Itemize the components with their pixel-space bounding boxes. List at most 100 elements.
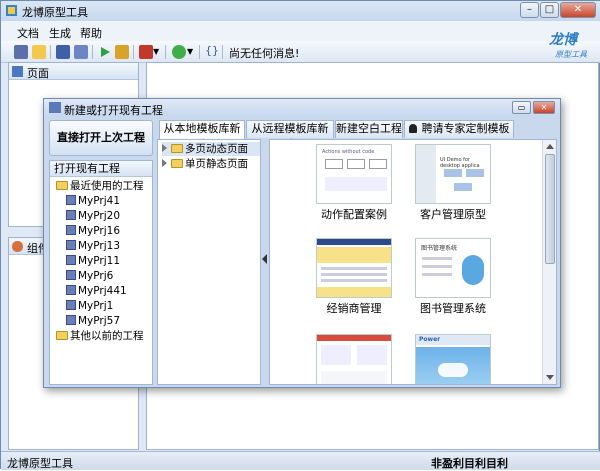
- thumb-text: UI Demo for desktop applica: [440, 157, 480, 169]
- project-icon: [66, 285, 76, 295]
- window-title: 龙博原型工具: [22, 6, 88, 19]
- thumb-text: 图书管理系统: [421, 245, 458, 252]
- project-name: MyPrj441: [78, 285, 127, 297]
- list-item[interactable]: MyPrj41: [66, 194, 120, 208]
- run-icon[interactable]: [98, 45, 112, 59]
- project-icon[interactable]: [14, 45, 28, 59]
- list-item[interactable]: MyPrj20: [66, 209, 120, 223]
- thumb-text: Power: [419, 336, 441, 343]
- main-window: 龙博原型工具 – □ ✕ 文档 生成 帮助 ▼ ▼ {} 尚无任何消息! 龙博 …: [0, 0, 600, 470]
- app-icon: [6, 5, 17, 16]
- dialog-title: 新建或打开现有工程: [64, 104, 163, 117]
- open-last-project-button[interactable]: 直接打开上次工程: [49, 120, 153, 156]
- tree-item-multipage[interactable]: 多页动态页面: [162, 142, 260, 156]
- menu-generate[interactable]: 生成: [49, 25, 71, 41]
- list-item[interactable]: MyPrj16: [66, 224, 120, 238]
- project-icon: [66, 270, 76, 280]
- separator: [222, 45, 223, 59]
- recent-projects-folder[interactable]: 最近使用的工程: [56, 179, 144, 193]
- save-icon[interactable]: [56, 45, 70, 59]
- tab-remote-templates[interactable]: 从远程模板库新建: [246, 120, 334, 151]
- folder-open-icon: [56, 181, 68, 190]
- tab-local-templates[interactable]: 从本地模板库新建: [159, 120, 245, 151]
- page-icon: [12, 66, 23, 77]
- menu-bar: 文档 生成 帮助: [1, 21, 600, 41]
- logo-text: 龙博: [549, 32, 577, 48]
- close-button[interactable]: ✕: [560, 2, 596, 18]
- tree-item-singlepage[interactable]: 单页静态页面: [162, 157, 248, 171]
- template-thumbnail: Power: [415, 334, 491, 384]
- list-item[interactable]: MyPrj57: [66, 314, 120, 328]
- tab-blank-project[interactable]: 新建空白工程: [335, 120, 403, 138]
- chevron-down-icon[interactable]: ▼: [153, 47, 159, 56]
- template-thumbnail: Actions without code: [316, 144, 392, 204]
- scroll-up-icon[interactable]: [546, 144, 554, 149]
- maximize-button[interactable]: □: [540, 2, 559, 18]
- dialog-title-bar: 新建或打开现有工程 ▭ ✕: [44, 99, 560, 117]
- project-name: MyPrj20: [78, 210, 121, 222]
- project-name: MyPrj57: [78, 315, 121, 327]
- project-name: MyPrj16: [78, 225, 121, 237]
- publish-icon[interactable]: [115, 45, 129, 59]
- chevron-down-icon[interactable]: ▼: [187, 47, 193, 56]
- project-name: MyPrj13: [78, 240, 121, 252]
- list-item[interactable]: MyPrj11: [66, 254, 120, 268]
- project-name: MyPrj41: [78, 195, 121, 207]
- tree-item-label: 单页静态页面: [185, 158, 248, 170]
- project-icon: [66, 210, 76, 220]
- tab-hire-expert-label: 聘请专家定制模板: [421, 122, 510, 135]
- menu-help[interactable]: 帮助: [80, 25, 102, 41]
- list-item[interactable]: MyPrj1: [66, 299, 113, 313]
- template-caption: 动作配置案例: [321, 208, 387, 221]
- list-item[interactable]: MyPrj6: [66, 269, 113, 283]
- pages-pane-title: 页面: [27, 67, 49, 80]
- project-name: MyPrj11: [78, 255, 121, 267]
- braces-icon[interactable]: {}: [205, 44, 219, 57]
- scrollbar-thumb[interactable]: [545, 154, 555, 264]
- list-item[interactable]: MyPrj441: [66, 284, 127, 298]
- tree-item-label: 多页动态页面: [185, 143, 248, 155]
- minimize-button[interactable]: –: [520, 2, 539, 18]
- existing-projects-header: 打开现有工程: [50, 161, 152, 177]
- template-thumbnail: [316, 334, 392, 384]
- tab-hire-expert[interactable]: 聘请专家定制模板: [404, 120, 514, 138]
- project-icon: [66, 195, 76, 205]
- project-icon: [66, 240, 76, 250]
- older-projects-label: 其他以前的工程: [70, 330, 144, 342]
- template-thumbnail: [316, 238, 392, 298]
- components-icon: [12, 241, 23, 252]
- separator: [165, 45, 166, 59]
- menu-document[interactable]: 文档: [17, 25, 39, 41]
- dialog-restore-button[interactable]: ▭: [512, 101, 531, 114]
- logo-subtext: 原型工具: [555, 50, 587, 59]
- collapse-arrow-icon[interactable]: [262, 254, 267, 264]
- folder-icon: [56, 331, 68, 340]
- existing-projects-list: 打开现有工程 最近使用的工程 MyPrj41 MyPrj20 MyPrj16 M…: [49, 160, 153, 385]
- globe-icon[interactable]: [172, 45, 186, 59]
- open-folder-icon[interactable]: [32, 45, 46, 59]
- toolbar: ▼ ▼ {} 尚无任何消息!: [1, 41, 600, 63]
- component-icon[interactable]: [139, 45, 153, 59]
- dialog-tabs: 从本地模板库新建 从远程模板库新建 新建空白工程 聘请专家定制模板: [159, 120, 559, 151]
- title-bar: 龙博原型工具 – □ ✕: [1, 1, 600, 21]
- toolbar-message: 尚无任何消息!: [229, 47, 300, 60]
- gallery-scrollbar[interactable]: [542, 140, 556, 384]
- project-icon: [66, 225, 76, 235]
- project-icon: [66, 255, 76, 265]
- save-all-icon[interactable]: [74, 45, 88, 59]
- older-projects-folder[interactable]: 其他以前的工程: [56, 329, 144, 343]
- template-caption: 经销商管理: [326, 302, 382, 315]
- folder-icon: [171, 144, 183, 153]
- person-icon: [408, 124, 417, 133]
- pages-pane-header: 页面: [9, 63, 138, 80]
- splitter[interactable]: [262, 139, 268, 385]
- dialog-left-column: 直接打开上次工程 打开现有工程 最近使用的工程 MyPrj41 MyPrj20 …: [49, 120, 153, 385]
- dialog-close-button[interactable]: ✕: [533, 101, 555, 114]
- recent-projects-label: 最近使用的工程: [70, 180, 144, 192]
- expand-arrow-icon: [162, 159, 167, 167]
- folder-icon: [171, 159, 183, 168]
- scroll-down-icon[interactable]: [546, 375, 554, 380]
- separator: [92, 45, 93, 59]
- list-item[interactable]: MyPrj13: [66, 239, 120, 253]
- separator: [199, 45, 200, 59]
